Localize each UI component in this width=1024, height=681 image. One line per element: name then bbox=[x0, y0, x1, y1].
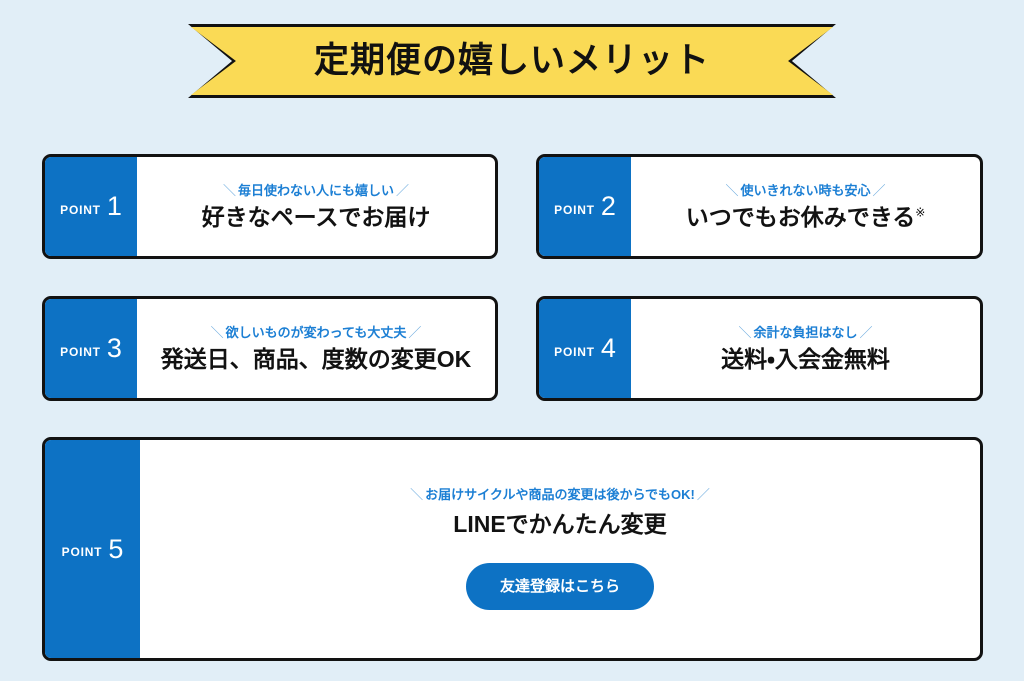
point-number-4: 4 bbox=[600, 333, 616, 363]
page-title: 定期便の嬉しいメリット bbox=[313, 40, 710, 80]
point-badge-4: POINT 4 bbox=[539, 299, 631, 398]
point-title-text-2: いつでもお休みできる bbox=[685, 204, 916, 230]
point-card-1: POINT 1 ＼ 毎日使わない人にも嬉しい／ 好きなペースでお届け bbox=[42, 154, 498, 259]
point-number-1: 1 bbox=[106, 191, 122, 221]
point-label-2: POINT bbox=[554, 202, 595, 217]
point-badge-1: POINT 1 bbox=[45, 157, 137, 256]
slash-right-icon: ／ bbox=[696, 487, 710, 502]
note-mark-2: ※ bbox=[915, 205, 926, 220]
point-subtitle-text-3: 欲しいものが変わっても大丈夫 bbox=[225, 325, 407, 340]
point-label-5: POINT bbox=[61, 545, 103, 559]
point-subtitle-text-4: 余計な負担はなし bbox=[753, 325, 858, 340]
point-title-text-1: 好きなペースでお届け bbox=[201, 204, 431, 230]
point-subtitle-text-5: お届けサイクルや商品の変更は後からでもOK! bbox=[425, 487, 695, 502]
point-title-4: 送料・入会金無料 bbox=[721, 348, 890, 371]
point-badge-5: POINT 5 bbox=[45, 440, 140, 658]
point-subtitle-4: ＼ 余計な負担はなし／ bbox=[736, 326, 874, 339]
point-subtitle-text-1: 毎日使わない人にも嬉しい bbox=[237, 183, 394, 198]
line-friend-register-button[interactable]: 友達登録はこちら bbox=[465, 563, 654, 610]
point-body-5: ＼ お届けサイクルや商品の変更は後からでもOK! ／ LINEでかんたん変更 友達登… bbox=[140, 440, 980, 658]
slash-left-icon: ＼ bbox=[725, 183, 739, 198]
point-title-1: 好きなペースでお届け bbox=[202, 206, 431, 229]
slash-left-icon: ＼ bbox=[210, 325, 224, 340]
headline-ribbon: 定期便の嬉しいメリット bbox=[188, 24, 836, 98]
slash-left-icon: ＼ bbox=[222, 183, 236, 198]
point-card-4: POINT 4 ＼ 余計な負担はなし／ 送料・入会金無料 bbox=[536, 296, 983, 401]
point-title-2: いつでもお休みできる※ bbox=[686, 206, 926, 229]
slash-right-icon: ／ bbox=[396, 183, 410, 198]
point-subtitle-text-2: 使いきれない時も安心 bbox=[740, 183, 871, 198]
point-body-4: ＼ 余計な負担はなし／ 送料・入会金無料 bbox=[631, 299, 980, 398]
point-number-5: 5 bbox=[108, 533, 124, 564]
point-title-5: LINEでかんたん変更 bbox=[453, 513, 666, 536]
point-title-3: 発送日、商品、度数の変更OK bbox=[161, 348, 472, 371]
slash-left-icon: ＼ bbox=[738, 325, 752, 340]
point-subtitle-3: ＼ 欲しいものが変わっても大丈夫／ bbox=[209, 326, 424, 339]
point-body-2: ＼ 使いきれない時も安心／ いつでもお休みできる※ bbox=[631, 157, 980, 256]
point-body-1: ＼ 毎日使わない人にも嬉しい／ 好きなペースでお届け bbox=[137, 157, 495, 256]
point-card-5: POINT 5 ＼ お届けサイクルや商品の変更は後からでもOK! ／ LINEでかん… bbox=[42, 437, 983, 661]
point-title-text-5: LINEでかんたん変更 bbox=[453, 511, 667, 537]
point-number-3: 3 bbox=[106, 333, 122, 363]
point-subtitle-5: ＼ お届けサイクルや商品の変更は後からでもOK! ／ bbox=[408, 488, 712, 501]
point-label-3: POINT bbox=[60, 344, 101, 359]
slash-left-icon: ＼ bbox=[410, 487, 424, 502]
point-card-3: POINT 3 ＼ 欲しいものが変わっても大丈夫／ 発送日、商品、度数の変更OK bbox=[42, 296, 498, 401]
point-subtitle-2: ＼ 使いきれない時も安心／ bbox=[723, 184, 887, 197]
slash-right-icon: ／ bbox=[408, 325, 422, 340]
point-number-2: 2 bbox=[600, 191, 616, 221]
point-label-4: POINT bbox=[554, 344, 595, 359]
point-badge-2: POINT 2 bbox=[539, 157, 631, 256]
point-body-3: ＼ 欲しいものが変わっても大丈夫／ 発送日、商品、度数の変更OK bbox=[137, 299, 495, 398]
point-card-2: POINT 2 ＼ 使いきれない時も安心／ いつでもお休みできる※ bbox=[536, 154, 983, 259]
slash-right-icon: ／ bbox=[859, 325, 873, 340]
page-root: { "theme": { "background": "#e1eef7", "a… bbox=[0, 0, 1024, 681]
point-title-text-4: 送料・入会金無料 bbox=[721, 346, 890, 372]
point-subtitle-1: ＼ 毎日使わない人にも嬉しい／ bbox=[221, 184, 411, 197]
point-label-1: POINT bbox=[60, 202, 101, 217]
slash-right-icon: ／ bbox=[872, 183, 886, 198]
point-title-text-3: 発送日、商品、度数の変更OK bbox=[160, 346, 472, 372]
point-badge-3: POINT 3 bbox=[45, 299, 137, 398]
